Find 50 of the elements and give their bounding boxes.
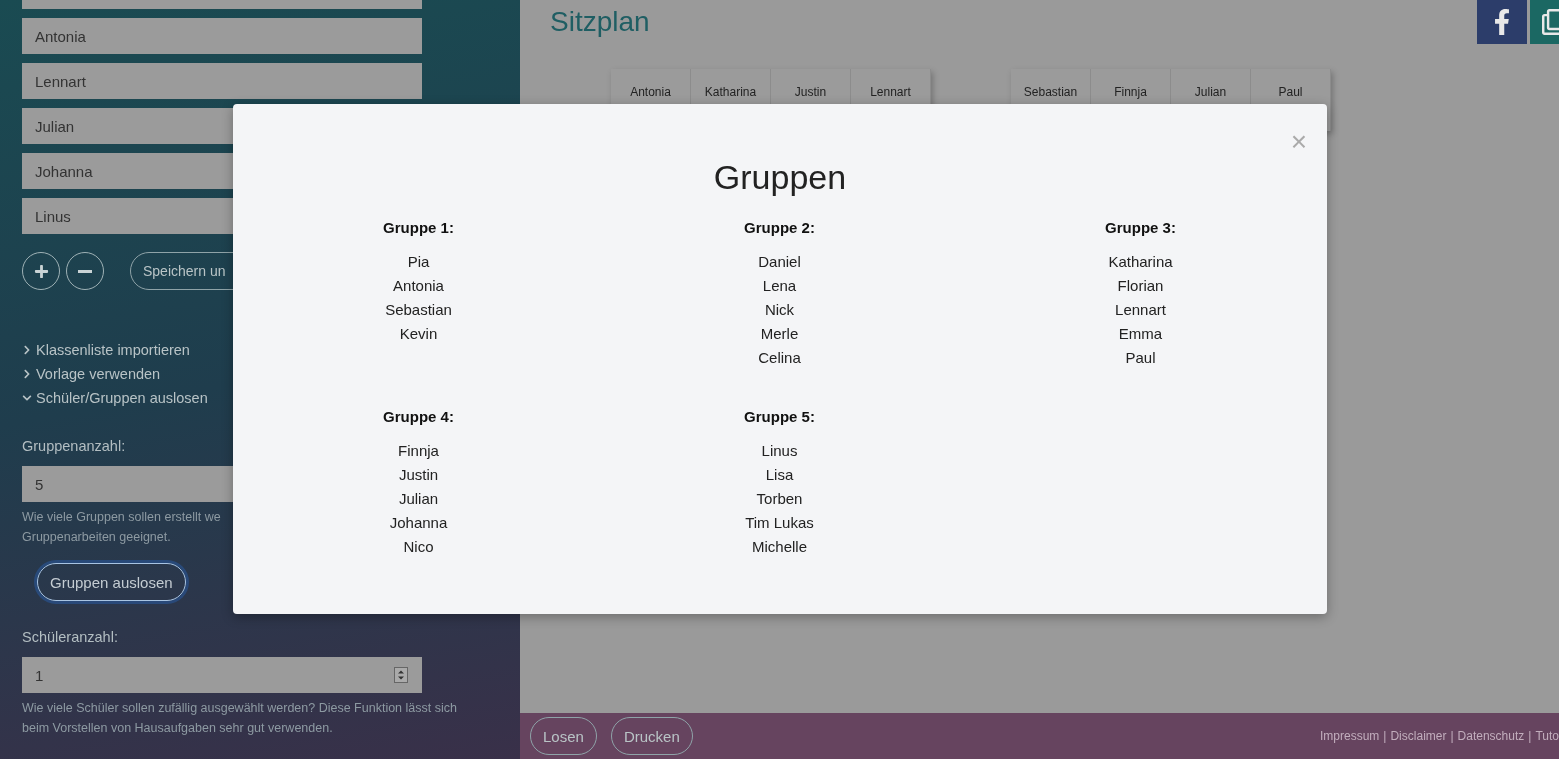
minus-icon [78, 269, 92, 273]
group-member: Merle [760, 324, 799, 344]
group-member: Katharina [1108, 252, 1173, 272]
dialog-title: Gruppen [713, 157, 847, 198]
input-field[interactable] [22, 0, 422, 9]
number-field[interactable]: 1 [22, 657, 422, 693]
input-field[interactable]: Antonia [22, 18, 422, 54]
group-member: Antonia [393, 276, 444, 296]
group-member: Finnja [398, 441, 439, 461]
group-member: Celina [758, 348, 801, 368]
group-member: Lennart [1115, 300, 1166, 320]
group-heading: Gruppe 2: [744, 218, 815, 238]
section-link[interactable]: Schüler/Gruppen auslosen [36, 390, 208, 406]
group-member: Sebastian [385, 300, 452, 320]
group-member: Lena [762, 276, 797, 296]
page-title: Sitzplan [550, 6, 650, 38]
separator-text: | [1450, 729, 1454, 743]
group-member: Emma [1118, 324, 1163, 344]
footer-link[interactable]: Impressum [1320, 729, 1380, 743]
group-member: Linus [761, 441, 798, 461]
group-heading: Gruppe 5: [744, 407, 815, 427]
group-member: Michelle [752, 537, 807, 557]
group-heading: Gruppe 3: [1105, 218, 1176, 238]
group-member: Lisa [765, 465, 794, 485]
group-heading: Gruppe 4: [383, 407, 454, 427]
group-member: Daniel [758, 252, 801, 272]
field-label: Schüleranzahl: [22, 628, 118, 647]
footer-link[interactable]: Datenschutz [1457, 729, 1525, 743]
group-member: Nick [764, 300, 795, 320]
help-text: Wie viele Schüler sollen zufällig ausgewählt werden? Diese Funktion lässt sich beim Vorstellen von Hausaufgaben sehr gut verwenden. [22, 700, 457, 737]
section-link[interactable]: Klassenliste importieren [36, 342, 190, 358]
input-field[interactable]: Lennart [22, 63, 422, 99]
group-member: Nico [403, 537, 434, 557]
group-member: Paul [1125, 348, 1156, 368]
section-link[interactable]: Vorlage verwenden [36, 366, 161, 382]
group-member: Pia [407, 252, 430, 272]
footer-link[interactable]: Tuto [1535, 729, 1559, 743]
footer-link[interactable]: Disclaimer [1390, 729, 1447, 743]
group-member: Johanna [389, 513, 448, 533]
help-text: Wie viele Gruppen sollen erstellt we Gruppenarbeiten geeignet. [22, 509, 221, 546]
field-label: Gruppenanzahl: [22, 437, 126, 456]
group-member: Tim Lukas [745, 513, 814, 533]
facebook-button[interactable] [1477, 0, 1527, 44]
separator-text: | [1383, 729, 1387, 743]
group-member: Torben [756, 489, 803, 509]
separator-text: | [1528, 729, 1532, 743]
spinner-icon[interactable] [394, 667, 408, 683]
group-member: Florian [1117, 276, 1164, 296]
group-member: Kevin [399, 324, 438, 344]
plus-icon [33, 263, 49, 279]
